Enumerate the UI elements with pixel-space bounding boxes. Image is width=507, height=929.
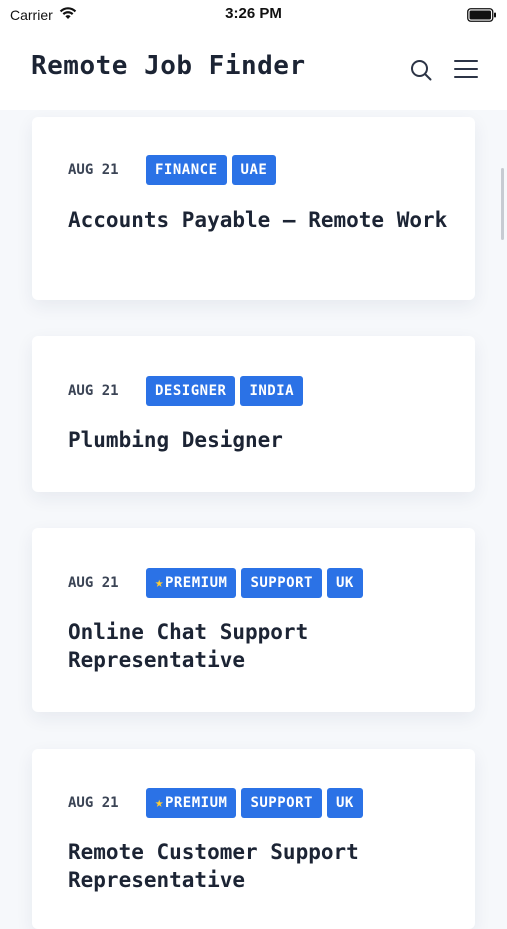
job-title[interactable]: Accounts Payable – Remote Work <box>68 206 448 234</box>
job-tag[interactable]: DESIGNER <box>146 376 236 406</box>
job-card[interactable]: AUG 21 ★ PREMIUM SUPPORT UK Remote Custom… <box>32 749 475 929</box>
status-time: 3:26 PM <box>225 5 282 22</box>
status-bar: Carrier 3:26 PM <box>0 0 507 28</box>
battery-icon <box>467 7 497 26</box>
star-icon: ★ <box>155 575 164 591</box>
job-date: AUG 21 <box>68 795 119 811</box>
job-card[interactable]: AUG 21 DESIGNER INDIA Plumbing Designer <box>32 336 475 492</box>
job-card[interactable]: AUG 21 FINANCE UAE Accounts Payable – Re… <box>32 117 475 300</box>
premium-label: PREMIUM <box>164 795 228 811</box>
job-tag[interactable]: UAE <box>231 155 277 185</box>
app-title: Remote Job Finder <box>31 51 306 81</box>
job-date: AUG 21 <box>68 383 119 399</box>
premium-label: PREMIUM <box>164 575 228 591</box>
job-title[interactable]: Remote Customer Support Representative <box>68 838 448 894</box>
premium-tag[interactable]: ★ PREMIUM <box>146 568 237 598</box>
job-title[interactable]: Plumbing Designer <box>68 426 448 454</box>
job-date: AUG 21 <box>68 575 119 591</box>
app-header: Remote Job Finder <box>0 20 507 110</box>
job-date: AUG 21 <box>68 162 119 178</box>
job-tag[interactable]: UK <box>326 788 363 818</box>
star-icon: ★ <box>155 795 164 811</box>
job-tag[interactable]: UK <box>326 568 363 598</box>
scrollbar[interactable] <box>501 168 504 240</box>
job-tag[interactable]: SUPPORT <box>241 788 322 818</box>
hamburger-menu-icon[interactable] <box>453 57 479 81</box>
job-tag[interactable]: FINANCE <box>146 155 227 185</box>
job-title[interactable]: Online Chat Support Representative <box>68 618 448 674</box>
job-tag[interactable]: INDIA <box>240 376 304 406</box>
job-tag[interactable]: SUPPORT <box>241 568 322 598</box>
premium-tag[interactable]: ★ PREMIUM <box>146 788 237 818</box>
job-card[interactable]: AUG 21 ★ PREMIUM SUPPORT UK Online Chat S… <box>32 528 475 712</box>
search-icon[interactable] <box>409 58 433 82</box>
